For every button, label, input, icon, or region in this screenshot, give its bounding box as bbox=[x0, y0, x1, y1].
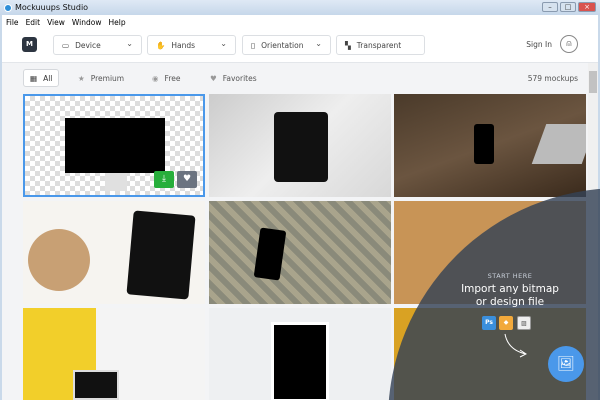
filter-free-label: Free bbox=[164, 73, 181, 83]
phone-screen bbox=[253, 227, 287, 281]
minimize-button[interactable]: – bbox=[542, 2, 558, 12]
scrollbar-thumb[interactable] bbox=[589, 71, 597, 93]
filter-premium[interactable]: ★ Premium bbox=[78, 69, 124, 87]
orientation-dropdown[interactable]: ▯ Orientation ⌄ bbox=[242, 35, 331, 55]
import-image-button[interactable]: 🖼 bbox=[548, 346, 584, 382]
menu-help[interactable]: Help bbox=[108, 18, 125, 27]
sign-in-link[interactable]: Sign In bbox=[526, 40, 552, 49]
maximize-button[interactable]: □ bbox=[560, 2, 576, 12]
orientation-label: Orientation bbox=[261, 40, 304, 50]
tablet-screen bbox=[274, 112, 328, 182]
import-line2: or design file bbox=[475, 296, 545, 308]
background-toggle[interactable]: ▚ Transparent bbox=[336, 35, 425, 55]
filter-premium-label: Premium bbox=[90, 73, 125, 83]
device-label: Device bbox=[75, 40, 101, 50]
mockup-tile[interactable] bbox=[394, 94, 586, 197]
filter-all-label: All bbox=[43, 73, 53, 83]
filter-favorites[interactable]: ♥ Favorites bbox=[210, 69, 257, 87]
filter-favorites-label: Favorites bbox=[222, 73, 257, 83]
download-icon[interactable]: ⤓ bbox=[154, 171, 174, 188]
menu-edit[interactable]: Edit bbox=[26, 18, 41, 27]
import-line1: Import any bitmap bbox=[461, 283, 559, 295]
mockup-tile[interactable] bbox=[23, 308, 205, 400]
user-avatar-icon[interactable]: ⍝ bbox=[560, 35, 578, 53]
favorite-heart-icon[interactable]: ♥ bbox=[177, 171, 197, 188]
chevron-down-icon: ⌄ bbox=[315, 39, 322, 48]
tablet-screen bbox=[126, 210, 196, 300]
chevron-down-icon: ⌄ bbox=[220, 39, 227, 48]
star-icon: ★ bbox=[78, 73, 85, 83]
app-icon bbox=[4, 3, 12, 12]
app-logo[interactable]: M bbox=[22, 37, 37, 52]
hands-dropdown[interactable]: ✋ Hands ⌄ bbox=[147, 35, 236, 55]
monitor-icon: ▭ bbox=[62, 40, 70, 50]
close-button[interactable]: × bbox=[578, 2, 596, 12]
background-label: Transparent bbox=[356, 40, 402, 50]
window-title: Mockuuups Studio bbox=[15, 3, 89, 12]
checker-icon: ▚ bbox=[345, 40, 351, 50]
mockup-tile[interactable] bbox=[209, 308, 391, 400]
coffee-plate bbox=[28, 229, 90, 291]
tablet-screen bbox=[271, 322, 329, 400]
title-bar: Mockuuups Studio – □ × bbox=[0, 0, 600, 15]
hand-icon: ✋ bbox=[156, 40, 166, 50]
mockup-tile[interactable] bbox=[23, 201, 205, 304]
menu-window[interactable]: Window bbox=[72, 18, 102, 27]
sketch-icon: ◆ bbox=[499, 316, 513, 330]
menu-file[interactable]: File bbox=[6, 18, 19, 27]
chevron-down-icon: ⌄ bbox=[126, 39, 133, 48]
photoshop-icon: Ps bbox=[482, 316, 496, 330]
phone-icon: ▯ bbox=[251, 40, 256, 50]
filter-all[interactable]: ▦ All bbox=[23, 69, 60, 87]
grid-icon: ▦ bbox=[30, 73, 38, 83]
phone-screen bbox=[474, 124, 494, 164]
menu-bar: File Edit View Window Help bbox=[2, 15, 598, 29]
mockup-tile[interactable] bbox=[209, 94, 391, 197]
monitor-screen bbox=[65, 118, 165, 173]
mockup-tile[interactable]: ⤓ ♥ bbox=[23, 94, 205, 197]
coin-icon: ◉ bbox=[152, 73, 159, 83]
hands-label: Hands bbox=[171, 40, 196, 50]
image-icon: ▨ bbox=[517, 316, 531, 330]
arrow-icon bbox=[504, 333, 527, 358]
device-dropdown[interactable]: ▭ Device ⌄ bbox=[53, 35, 142, 55]
heart-icon: ♥ bbox=[210, 73, 217, 83]
mockup-count: 579 mockups bbox=[527, 74, 578, 83]
filter-free[interactable]: ◉ Free bbox=[152, 69, 180, 87]
mockup-tile[interactable] bbox=[209, 201, 391, 304]
monitor-stand bbox=[105, 173, 127, 191]
toolbar: M ▭ Device ⌄ ✋ Hands ⌄ ▯ Orientation ⌄ ▚ Transp… bbox=[2, 29, 598, 63]
menu-view[interactable]: View bbox=[47, 18, 65, 27]
import-kicker: START HERE bbox=[487, 272, 533, 280]
monitor-screen bbox=[73, 370, 119, 400]
laptop bbox=[531, 124, 586, 164]
